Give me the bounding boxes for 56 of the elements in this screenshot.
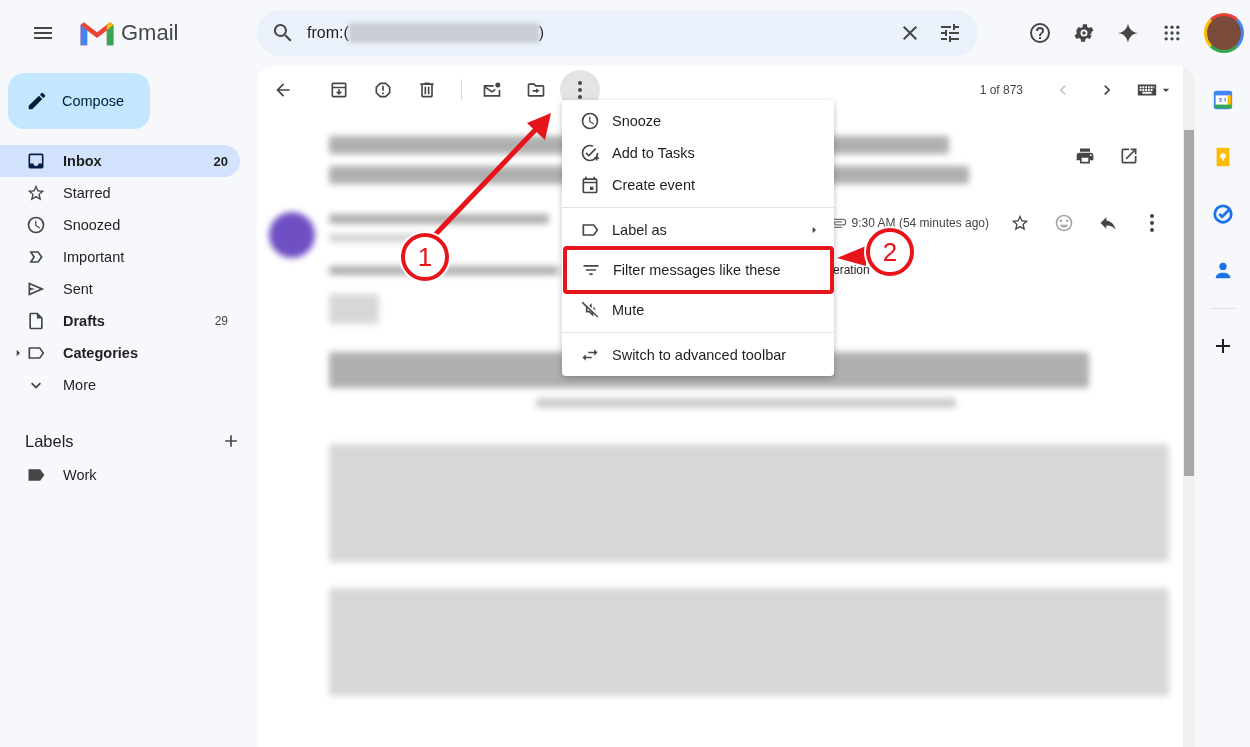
printer-icon	[1075, 146, 1095, 166]
tasks-check-icon	[1211, 203, 1234, 225]
partial-text: eration	[833, 263, 870, 277]
sidebar-item[interactable]: More	[0, 369, 240, 401]
pencil-icon	[26, 90, 48, 112]
more-vertical-icon	[1150, 214, 1154, 232]
envelope-dot-icon	[482, 80, 502, 100]
sidebar-item[interactable]: Snoozed	[0, 209, 240, 241]
message-time: 9:30 AM (54 minutes ago)	[851, 216, 989, 230]
blurred-signature	[329, 294, 379, 324]
task-add-icon	[580, 143, 600, 163]
labels-heading: Labels	[25, 431, 74, 451]
inbox-icon	[26, 151, 46, 171]
menu-item[interactable]: Filter messages like these	[563, 246, 834, 294]
menu-item[interactable]: Label as	[562, 214, 834, 246]
trash-icon	[417, 80, 437, 100]
sender-avatar	[269, 212, 315, 258]
compose-button[interactable]: Compose	[8, 73, 150, 129]
sidebar-item[interactable]: Important	[0, 241, 240, 273]
label-item[interactable]: Work	[0, 459, 240, 491]
expand-arrow-icon	[14, 349, 22, 357]
archive-icon	[329, 80, 349, 100]
open-in-new-icon	[1119, 146, 1139, 166]
pager-count: 1 of 873	[979, 83, 1023, 97]
sidebar-item[interactable]: Starred	[0, 177, 240, 209]
sidebar-item[interactable]: Drafts 29	[0, 305, 240, 337]
sidebar-item[interactable]: Sent	[0, 273, 240, 305]
report-icon	[373, 80, 393, 100]
muted-bell-icon	[580, 300, 600, 320]
clock-icon	[26, 215, 46, 235]
calendar-icon	[1211, 89, 1234, 111]
more-vertical-icon	[578, 81, 582, 99]
search-query: from:( )	[306, 23, 546, 43]
search-field[interactable]: from:( )	[257, 10, 978, 56]
menu-item[interactable]: Add to Tasks	[562, 137, 834, 169]
settings-icon	[1072, 21, 1096, 45]
folder-move-icon	[526, 80, 546, 100]
draft-icon	[26, 311, 46, 331]
sliders-icon	[938, 21, 962, 45]
menu-item[interactable]: Snooze	[562, 105, 834, 137]
menu-item[interactable]: Mute	[562, 294, 834, 326]
calendar-icon	[580, 175, 600, 195]
scrollbar-thumb[interactable]	[1184, 130, 1194, 476]
help-icon	[1028, 21, 1052, 45]
sidebar-item[interactable]: Categories	[0, 337, 240, 369]
account-avatar[interactable]	[1204, 13, 1244, 53]
menu-item[interactable]: Switch to advanced toolbar	[562, 339, 834, 371]
menu-item[interactable]: Create event	[562, 169, 834, 201]
star-icon	[26, 183, 46, 203]
apps-grid-icon	[1162, 23, 1182, 43]
sparkle-icon	[1117, 22, 1139, 44]
star-icon	[1010, 213, 1030, 233]
sidebar-item[interactable]: Inbox 20	[0, 145, 240, 177]
emoji-icon	[1054, 213, 1074, 233]
clock-icon	[580, 111, 600, 131]
app-name: Gmail	[121, 20, 179, 46]
